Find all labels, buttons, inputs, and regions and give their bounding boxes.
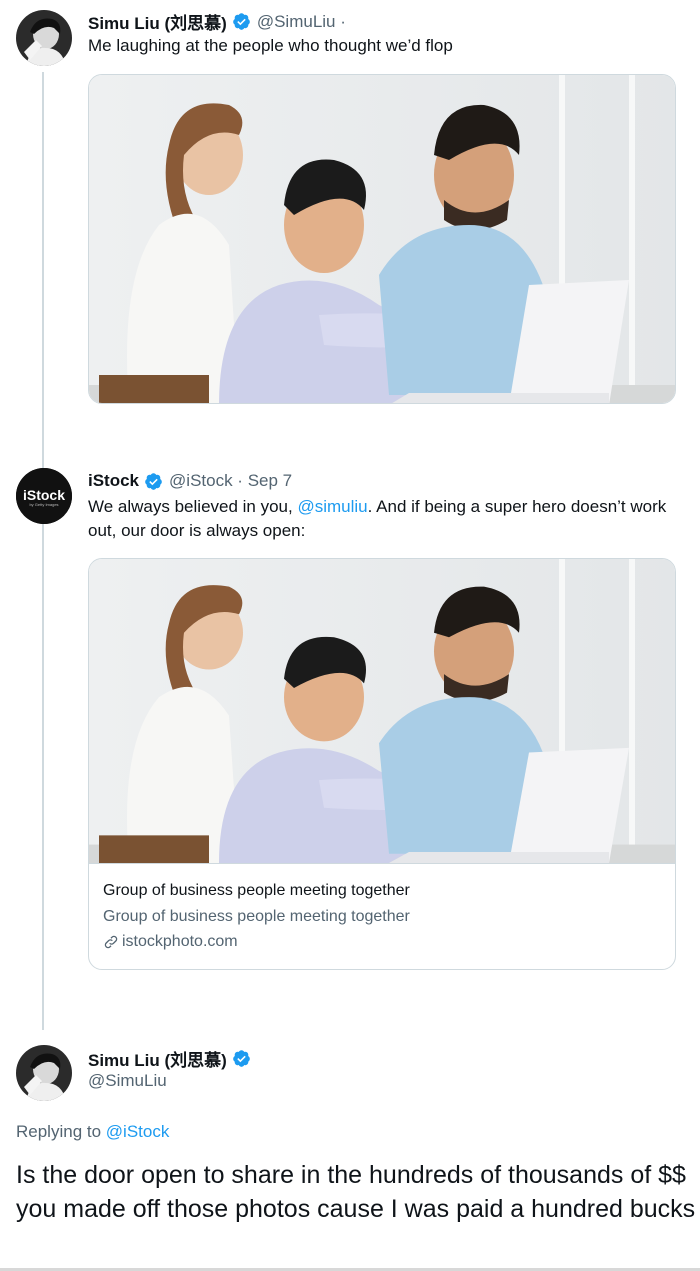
author-handle[interactable]: @SimuLiu · — [257, 12, 346, 32]
tweet-text: Me laughing at the people who thought we… — [88, 36, 453, 55]
author-name[interactable]: Simu Liu (刘思慕) — [88, 9, 227, 34]
replying-to-link[interactable]: @iStock — [106, 1122, 170, 1141]
author-name[interactable]: Simu Liu (刘思慕) — [88, 1046, 227, 1071]
replying-to-prefix: Replying to — [16, 1122, 106, 1141]
tweet1-header: Simu Liu (刘思慕) @SimuLiu · — [88, 9, 346, 34]
istock-logo-avatar[interactable]: iStock by Getty Images — [16, 468, 72, 524]
link-preview-card[interactable]: Group of business people meeting togethe… — [88, 558, 676, 970]
avatar[interactable] — [16, 10, 72, 66]
verified-badge-icon — [233, 1050, 250, 1067]
author-handle-and-date[interactable]: @iStock · Sep 7 — [169, 471, 292, 491]
mention-link[interactable]: @simuliu — [297, 497, 367, 516]
tweet-photo[interactable] — [88, 74, 676, 404]
stock-photo-image — [89, 559, 675, 863]
card-divider — [89, 863, 675, 864]
tweet-text-part: We always believed in you, — [88, 497, 298, 516]
reply-author-header: Simu Liu (刘思慕) — [88, 1046, 257, 1071]
author-name[interactable]: iStock — [88, 471, 139, 491]
thread-connector-line — [42, 72, 44, 1030]
card-domain: istockphoto.com — [103, 933, 238, 951]
author-handle[interactable]: @SimuLiu — [88, 1071, 167, 1091]
card-description: Group of business people meeting togethe… — [103, 908, 410, 925]
tweet-text: We always believed in you, @simuliu. And… — [88, 495, 668, 543]
istock-logo-subtext: by Getty Images — [29, 502, 59, 507]
link-icon — [104, 935, 118, 949]
verified-badge-icon — [145, 472, 162, 490]
replying-to: Replying to @iStock — [16, 1122, 169, 1142]
tweet2-header: iStock @iStock · Sep 7 — [88, 471, 292, 491]
stock-photo-image — [89, 75, 675, 403]
istock-logo-text: iStock — [22, 487, 65, 503]
card-title: Group of business people meeting togethe… — [103, 882, 410, 899]
card-domain-text: istockphoto.com — [122, 933, 238, 950]
verified-badge-icon — [233, 13, 250, 30]
reply-text: Is the door open to share in the hundred… — [16, 1161, 696, 1223]
avatar[interactable] — [16, 1045, 72, 1101]
